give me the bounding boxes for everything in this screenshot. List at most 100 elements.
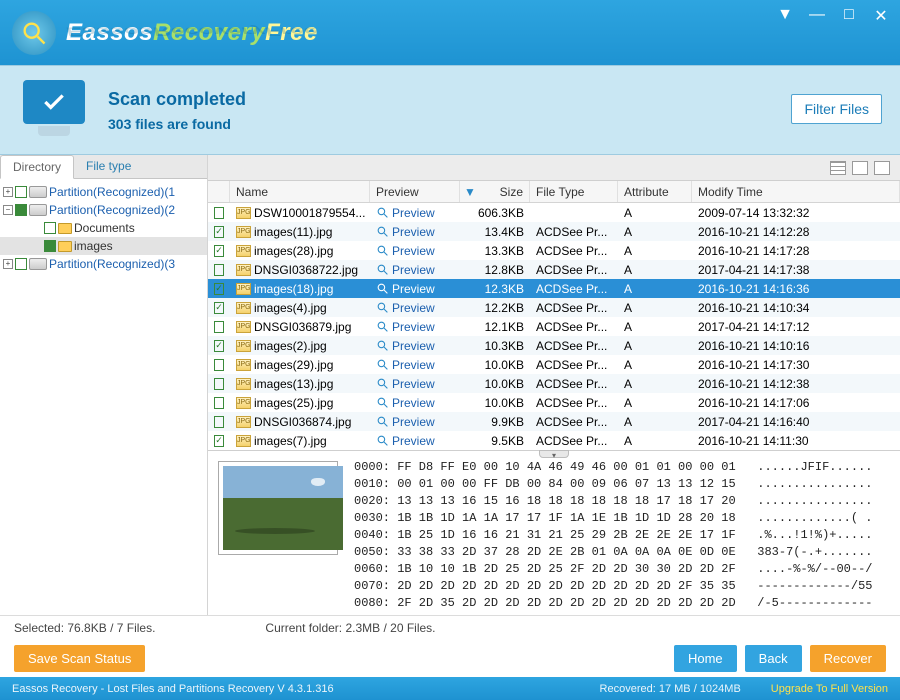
row-checkbox[interactable] xyxy=(214,264,224,276)
preview-link[interactable]: Preview xyxy=(392,358,435,372)
recover-button[interactable]: Recover xyxy=(810,645,886,672)
file-modified: 2017-04-21 14:16:40 xyxy=(692,412,900,431)
expand-icon[interactable]: + xyxy=(3,187,13,197)
table-row[interactable]: JPGimages(13).jpgPreview10.0KBACDSee Pr.… xyxy=(208,374,900,393)
save-scan-button[interactable]: Save Scan Status xyxy=(14,645,145,672)
directory-tree: + Partition(Recognized)(1 − Partition(Re… xyxy=(0,179,207,273)
preview-link[interactable]: Preview xyxy=(392,396,435,410)
menu-icon[interactable]: ▼ xyxy=(776,6,794,26)
tree-partition-3[interactable]: + Partition(Recognized)(3 xyxy=(0,255,207,273)
tree-documents[interactable]: Documents xyxy=(0,219,207,237)
close-icon[interactable]: ✕ xyxy=(872,6,890,26)
row-checkbox[interactable] xyxy=(214,207,224,219)
file-icon: JPG xyxy=(236,435,251,447)
view-icons-button[interactable] xyxy=(830,161,846,175)
preview-link[interactable]: Preview xyxy=(392,301,435,315)
file-table-body[interactable]: JPGDSW10001879554...Preview606.3KBA2009-… xyxy=(208,203,900,450)
file-name: images(11).jpg xyxy=(254,225,332,239)
row-checkbox[interactable]: ✓ xyxy=(214,283,224,295)
action-bar: Save Scan Status Home Back Recover xyxy=(0,639,900,677)
file-icon: JPG xyxy=(236,226,251,238)
preview-link[interactable]: Preview xyxy=(392,339,435,353)
tree-label[interactable]: Partition(Recognized)(2 xyxy=(49,203,175,217)
checkbox[interactable] xyxy=(44,240,56,252)
collapse-icon[interactable]: − xyxy=(3,205,13,215)
checkbox[interactable] xyxy=(15,204,27,216)
row-checkbox[interactable]: ✓ xyxy=(214,340,224,352)
table-row[interactable]: ✓JPGimages(28).jpgPreview13.3KBACDSee Pr… xyxy=(208,241,900,260)
preview-link[interactable]: Preview xyxy=(392,320,435,334)
app-logo-icon xyxy=(12,11,56,55)
table-row[interactable]: JPGimages(25).jpgPreview10.0KBACDSee Pr.… xyxy=(208,393,900,412)
checkbox[interactable] xyxy=(15,258,27,270)
preview-link[interactable]: Preview xyxy=(392,282,435,296)
file-icon: JPG xyxy=(236,207,251,219)
row-checkbox[interactable]: ✓ xyxy=(214,302,224,314)
footer-product: Eassos Recovery - Lost Files and Partiti… xyxy=(12,683,600,695)
row-checkbox[interactable] xyxy=(214,416,224,428)
table-row[interactable]: ✓JPGimages(11).jpgPreview13.4KBACDSee Pr… xyxy=(208,222,900,241)
upgrade-link[interactable]: Upgrade To Full Version xyxy=(771,683,888,695)
tree-images[interactable]: images xyxy=(0,237,207,255)
tree-partition-1[interactable]: + Partition(Recognized)(1 xyxy=(0,183,207,201)
view-list-button[interactable] xyxy=(852,161,868,175)
col-attribute[interactable]: Attribute xyxy=(618,181,692,202)
row-checkbox[interactable] xyxy=(214,321,224,333)
table-row[interactable]: ✓JPGimages(2).jpgPreview10.3KBACDSee Pr.… xyxy=(208,336,900,355)
file-modified: 2016-10-21 14:12:38 xyxy=(692,374,900,393)
col-preview[interactable]: Preview xyxy=(370,181,460,202)
table-row[interactable]: JPGDNSGI0368722.jpgPreview12.8KBACDSee P… xyxy=(208,260,900,279)
preview-link[interactable]: Preview xyxy=(392,263,435,277)
preview-link[interactable]: Preview xyxy=(392,206,435,220)
row-checkbox[interactable]: ✓ xyxy=(214,226,224,238)
checkbox[interactable] xyxy=(44,222,56,234)
file-name: images(25).jpg xyxy=(254,396,333,410)
row-checkbox[interactable] xyxy=(214,359,224,371)
tree-label[interactable]: Documents xyxy=(74,221,135,235)
preview-link[interactable]: Preview xyxy=(392,377,435,391)
preview-link[interactable]: Preview xyxy=(392,244,435,258)
table-row[interactable]: ✓JPGimages(7).jpgPreview9.5KBACDSee Pr..… xyxy=(208,431,900,450)
table-row[interactable]: JPGimages(29).jpgPreview10.0KBACDSee Pr.… xyxy=(208,355,900,374)
scan-title: Scan completed xyxy=(108,89,246,110)
table-row[interactable]: JPGDSW10001879554...Preview606.3KBA2009-… xyxy=(208,203,900,222)
row-checkbox[interactable]: ✓ xyxy=(214,245,224,257)
tree-partition-2[interactable]: − Partition(Recognized)(2 xyxy=(0,201,207,219)
file-attribute: A xyxy=(618,374,692,393)
tree-label[interactable]: Partition(Recognized)(3 xyxy=(49,257,175,271)
tree-label[interactable]: images xyxy=(74,239,113,253)
expand-icon[interactable]: + xyxy=(3,259,13,269)
home-button[interactable]: Home xyxy=(674,645,737,672)
selected-status: Selected: 76.8KB / 7 Files. xyxy=(14,621,155,635)
col-name[interactable]: Name xyxy=(230,181,370,202)
file-attribute: A xyxy=(618,336,692,355)
back-button[interactable]: Back xyxy=(745,645,802,672)
checkbox[interactable] xyxy=(15,186,27,198)
file-type: ACDSee Pr... xyxy=(530,412,618,431)
minimize-icon[interactable]: — xyxy=(808,6,826,26)
view-details-button[interactable] xyxy=(874,161,890,175)
table-row[interactable]: JPGDNSGI036874.jpgPreview9.9KBACDSee Pr.… xyxy=(208,412,900,431)
tree-label[interactable]: Partition(Recognized)(1 xyxy=(49,185,175,199)
col-size[interactable]: ▼Size xyxy=(460,181,530,202)
file-modified: 2016-10-21 14:12:28 xyxy=(692,222,900,241)
tab-directory[interactable]: Directory xyxy=(0,155,74,179)
maximize-icon[interactable]: □ xyxy=(840,6,858,26)
panel-grip-icon[interactable]: ▾ xyxy=(539,450,569,458)
preview-link[interactable]: Preview xyxy=(392,415,435,429)
table-row[interactable]: ✓JPGimages(4).jpgPreview12.2KBACDSee Pr.… xyxy=(208,298,900,317)
col-filetype[interactable]: File Type xyxy=(530,181,618,202)
preview-link[interactable]: Preview xyxy=(392,225,435,239)
file-attribute: A xyxy=(618,355,692,374)
table-row[interactable]: JPGDNSGI036879.jpgPreview12.1KBACDSee Pr… xyxy=(208,317,900,336)
file-size: 10.3KB xyxy=(460,336,530,355)
filter-files-button[interactable]: Filter Files xyxy=(791,94,882,124)
view-toolbar xyxy=(208,155,900,181)
preview-link[interactable]: Preview xyxy=(392,434,435,448)
col-modifytime[interactable]: Modify Time xyxy=(692,181,900,202)
row-checkbox[interactable] xyxy=(214,397,224,409)
tab-filetype[interactable]: File type xyxy=(74,155,143,178)
row-checkbox[interactable] xyxy=(214,378,224,390)
table-row[interactable]: ✓JPGimages(18).jpgPreview12.3KBACDSee Pr… xyxy=(208,279,900,298)
row-checkbox[interactable]: ✓ xyxy=(214,435,224,447)
